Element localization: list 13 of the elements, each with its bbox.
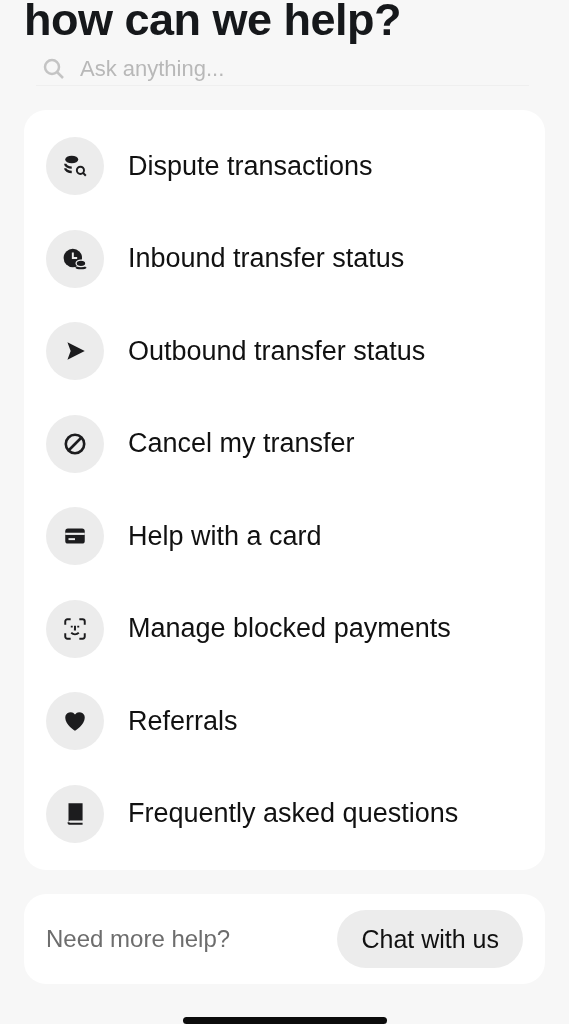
topic-link[interactable]: Referrals (128, 706, 238, 737)
topic-link[interactable]: Frequently asked questions (128, 798, 459, 830)
page-title: how can we help? (24, 0, 403, 46)
topic-link[interactable]: Inbound transfer status (128, 243, 405, 275)
topic-link[interactable]: Dispute transactions (128, 151, 373, 182)
topic-link[interactable]: Outbound transfer status (128, 336, 426, 367)
search-icon (42, 56, 66, 81)
topic-link[interactable]: Help with a card (128, 521, 322, 552)
topic-link[interactable]: Manage blocked payments (128, 613, 451, 645)
search-field[interactable]: Ask anything... (78, 54, 529, 83)
chat-button[interactable]: Chat with us (337, 910, 523, 969)
help-text: Need more help? (46, 925, 231, 954)
topic-link[interactable]: Cancel my transfer (128, 428, 355, 460)
